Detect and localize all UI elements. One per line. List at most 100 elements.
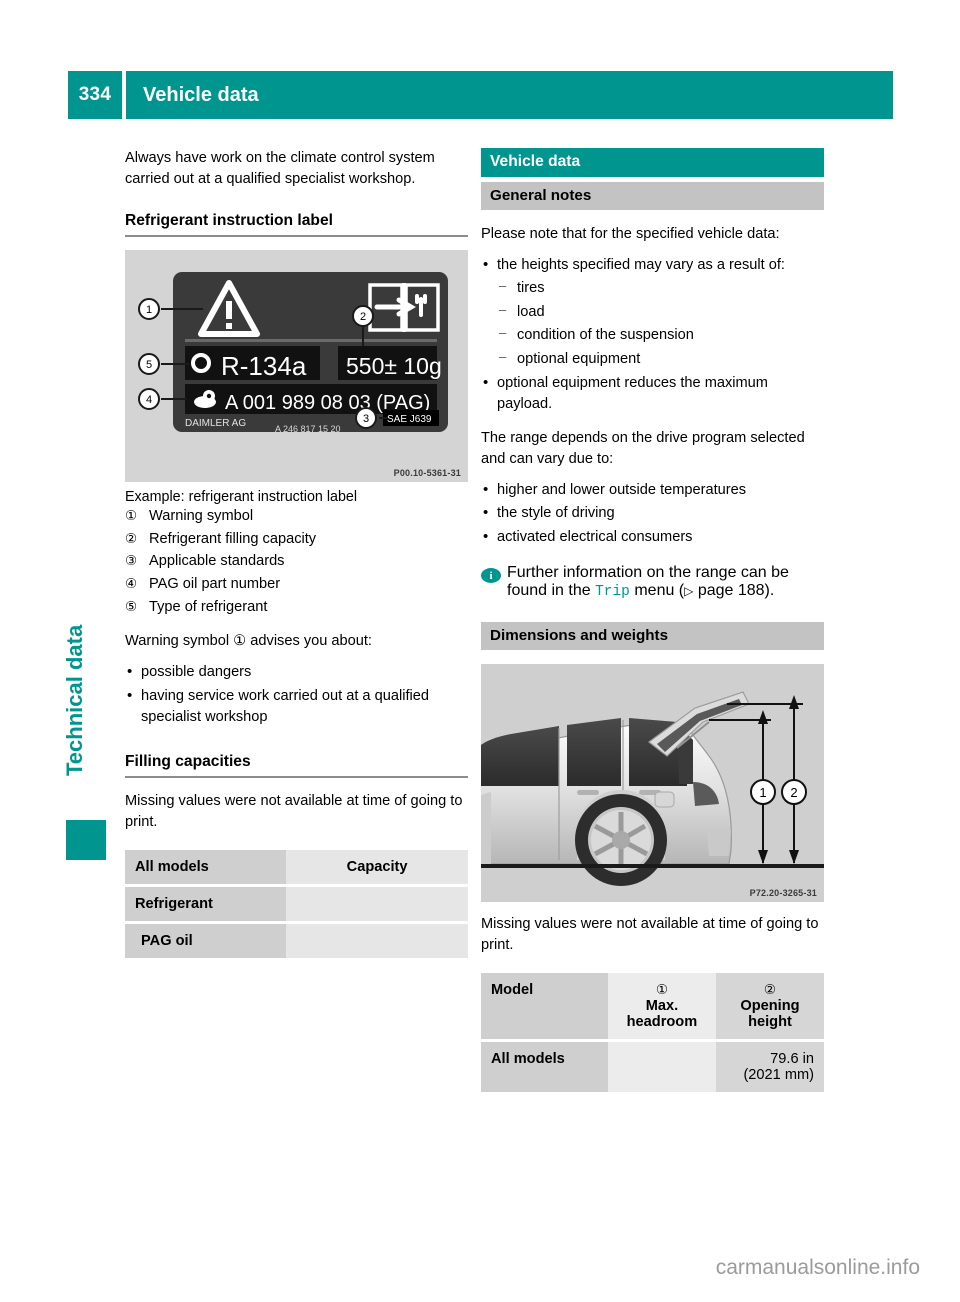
info-note-body: Further information on the range can be … bbox=[501, 564, 824, 600]
list-item: ② Refrigerant filling capacity bbox=[125, 529, 468, 550]
left-column: Always have work on the climate control … bbox=[125, 148, 468, 961]
svg-text:5: 5 bbox=[146, 359, 152, 371]
list-item: tires bbox=[497, 277, 824, 299]
subsection-general-notes: General notes bbox=[481, 182, 824, 210]
table-cell-label: PAG oil bbox=[125, 924, 287, 959]
svg-text:3: 3 bbox=[363, 413, 369, 425]
callout-marker: ③ bbox=[125, 553, 138, 569]
warning-bullet-list: possible dangers having service work car… bbox=[125, 661, 468, 728]
figure-caption: Example: refrigerant instruction label bbox=[125, 488, 358, 505]
dimensions-note: Missing values were not available at tim… bbox=[481, 916, 819, 954]
menu-name-reference: Trip bbox=[595, 584, 630, 601]
dimensions-table: Model ① Max. headroom ② Opening height A… bbox=[481, 970, 824, 1095]
table-header-label: Max. headroom bbox=[626, 997, 698, 1030]
heading-rule bbox=[125, 234, 468, 237]
callout-marker: ② bbox=[125, 530, 138, 546]
svg-text:DAIMLER AG: DAIMLER AG bbox=[185, 418, 246, 429]
svg-text:4: 4 bbox=[146, 394, 152, 406]
list-item: optional equipment bbox=[497, 348, 824, 370]
document-page: 334 Vehicle data Technical data Always h… bbox=[0, 0, 960, 1302]
table-header-cell-headroom: ① Max. headroom bbox=[607, 972, 716, 1039]
range-intro: The range depends on the drive program s… bbox=[481, 429, 805, 467]
figure-refrigerant-label: R-134a 550± 10g A 001 989 08 03 (PAG) DA… bbox=[125, 249, 468, 482]
table-cell-model: All models bbox=[481, 1041, 608, 1092]
callout-text: Warning symbol bbox=[149, 507, 254, 524]
section-title-bar: Vehicle data bbox=[481, 148, 824, 177]
right-column: Vehicle data General notes Please note t… bbox=[470, 148, 824, 1095]
table-header-cell: Capacity bbox=[286, 850, 468, 885]
warning-intro-pre: Warning symbol bbox=[125, 633, 234, 650]
page-header: 334 Vehicle data bbox=[68, 71, 893, 119]
table-cell-label-text: PAG oil bbox=[141, 933, 193, 950]
subsection-dimensions-weights: Dimensions and weights bbox=[481, 622, 824, 651]
table-header-cell: All models bbox=[125, 850, 287, 885]
filling-note: Missing values were not available at tim… bbox=[125, 793, 463, 831]
callout-text: Applicable standards bbox=[149, 553, 285, 570]
chapter-label: Technical data bbox=[62, 624, 87, 776]
table-cell-value bbox=[286, 887, 468, 922]
list-item: ① Warning symbol bbox=[125, 506, 468, 527]
list-item: the style of driving bbox=[481, 502, 824, 524]
table-header-label: Opening height bbox=[740, 997, 800, 1030]
heading-refrigerant-label: Refrigerant instruction label bbox=[125, 211, 333, 229]
general-bullets-1: the heights specified may vary as a resu… bbox=[481, 254, 824, 415]
list-item: the heights specified may vary as a resu… bbox=[481, 254, 824, 370]
list-item: possible dangers bbox=[125, 661, 468, 683]
range-bullet-list: higher and lower outside temperatures th… bbox=[481, 479, 824, 549]
figure-code-refrigerant: P00.10-5361-31 bbox=[393, 467, 461, 478]
table-header-cell-model: Model bbox=[481, 972, 608, 1039]
general-intro: Please note that for the specified vehic… bbox=[481, 226, 780, 242]
callout-marker: ⑤ bbox=[125, 599, 138, 615]
table-header-row: All models Capacity bbox=[125, 850, 468, 885]
list-item: ⑤ Type of refrigerant bbox=[125, 597, 468, 618]
table-header-row: Model ① Max. headroom ② Opening height bbox=[481, 972, 824, 1039]
opening-height-inches: 79.6 in bbox=[770, 1050, 814, 1067]
vehicle-illustration: 1 2 bbox=[470, 664, 824, 903]
page-title: Vehicle data bbox=[126, 71, 893, 119]
list-item-text: the heights specified may vary as a resu… bbox=[497, 256, 785, 273]
list-item: activated electrical consumers bbox=[481, 526, 824, 548]
figure-code-vehicle: P72.20-3265-31 bbox=[749, 888, 817, 899]
table-row: All models 79.6 in (2021 mm) bbox=[481, 1041, 824, 1092]
info-icon: i bbox=[481, 568, 501, 584]
svg-text:1: 1 bbox=[759, 785, 766, 800]
list-item: ③ Applicable standards bbox=[125, 551, 468, 572]
table-cell-headroom bbox=[607, 1041, 716, 1092]
list-item: ④ PAG oil part number bbox=[125, 574, 468, 595]
refrigerant-label-illustration: R-134a 550± 10g A 001 989 08 03 (PAG) DA… bbox=[125, 249, 468, 482]
callout-text: Refrigerant filling capacity bbox=[149, 530, 317, 547]
chapter-marker-square bbox=[66, 820, 106, 860]
table-header-cell-opening: ② Opening height bbox=[715, 972, 824, 1039]
list-item: having service work carried out at a qua… bbox=[125, 685, 468, 728]
info-note-text-mid: menu ( bbox=[629, 582, 685, 600]
table-cell-value bbox=[286, 924, 468, 959]
callout-marker: ① bbox=[125, 507, 138, 523]
table-cell-opening-height: 79.6 in (2021 mm) bbox=[715, 1041, 824, 1092]
warning-symbol-intro: Warning symbol ① advises you about: bbox=[125, 631, 468, 652]
table-row: PAG oil bbox=[125, 924, 468, 959]
svg-text:550± 10g: 550± 10g bbox=[346, 353, 442, 379]
list-item: load bbox=[497, 301, 824, 323]
svg-text:R-134a: R-134a bbox=[221, 351, 307, 381]
callout-marker-inline: ① bbox=[233, 633, 247, 650]
heading-rule bbox=[125, 776, 468, 779]
svg-text:SAE J639: SAE J639 bbox=[387, 414, 432, 425]
list-item: optional equipment reduces the maximum p… bbox=[481, 372, 824, 415]
page-number: 334 bbox=[68, 71, 122, 119]
page-reference: page 188). bbox=[693, 582, 775, 600]
svg-text:1: 1 bbox=[146, 304, 152, 316]
filling-capacities-table: All models Capacity Refrigerant PAG oil bbox=[125, 847, 468, 961]
figure-vehicle-dimensions: 1 2 P72.20-3265-31 bbox=[470, 664, 824, 903]
table-row: Refrigerant bbox=[125, 887, 468, 922]
callout-marker: ④ bbox=[125, 576, 138, 592]
page-ref-triangle-icon: ▷ bbox=[684, 584, 694, 599]
warning-intro-post: advises you about: bbox=[246, 633, 372, 650]
callout-marker: ① bbox=[655, 981, 668, 997]
list-item: higher and lower outside temperatures bbox=[481, 479, 824, 501]
callout-text: PAG oil part number bbox=[149, 576, 281, 593]
svg-text:2: 2 bbox=[360, 311, 366, 323]
footer-watermark: carmanualsonline.info bbox=[715, 1256, 920, 1279]
callout-marker: ② bbox=[763, 981, 777, 997]
table-cell-label: Refrigerant bbox=[125, 887, 287, 922]
info-note: i Further information on the range can b… bbox=[481, 564, 824, 600]
